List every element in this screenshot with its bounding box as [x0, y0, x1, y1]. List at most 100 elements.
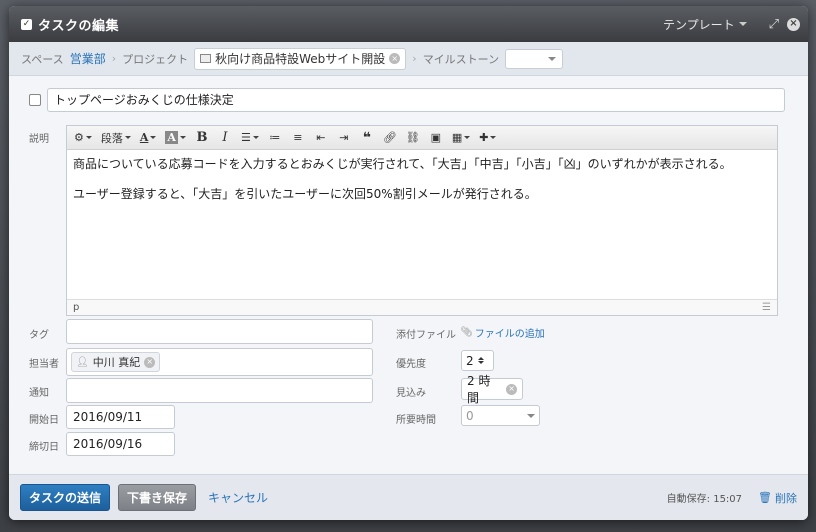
paragraph-format-button[interactable]: 段落	[98, 129, 134, 147]
actual-time-value: 0	[466, 408, 474, 423]
complete-checkbox[interactable]	[29, 94, 41, 106]
editor-toolbar: ⚙ 段落 A A B I ☰ ≔ ≡ ⇤ ⇥ ❝ 🔗︎ ⛓︎ ▣ ▦ ✚	[67, 126, 777, 150]
notify-input[interactable]	[66, 378, 373, 403]
align-left-icon: ☰	[240, 131, 251, 144]
attachment-label: 添付ファイル	[396, 330, 456, 341]
template-dropdown[interactable]: テンプレート	[663, 16, 747, 33]
paperclip-icon: 📎︎	[460, 327, 473, 338]
table-button[interactable]: ▦	[449, 129, 473, 147]
assignee-input[interactable]: 👤︎ 中川 真紀 ×	[66, 348, 373, 376]
description-label: 説明	[29, 134, 49, 145]
description-line: ユーザー登録すると、「大吉」を引いたユーザーに次回50%割引メールが発行される。	[73, 187, 537, 201]
unlink-icon: ⛓︎	[405, 131, 420, 144]
actual-time-select[interactable]: 0	[461, 405, 540, 426]
add-file-label: ファイルの追加	[474, 329, 545, 340]
chevron-down-icon	[85, 136, 92, 139]
outdent-icon: ⇤	[316, 131, 326, 144]
link-button[interactable]: 🔗︎	[380, 129, 400, 147]
editor-content[interactable]: 商品についている応募コードを入力するとおみくじが実行されて、「大吉」「中吉」「小…	[67, 150, 777, 300]
gear-icon: ⚙	[74, 131, 84, 144]
chevron-down-icon	[464, 136, 471, 139]
italic-icon: I	[222, 130, 228, 145]
save-draft-button[interactable]: 下書き保存	[118, 484, 197, 511]
chevron-down-icon	[490, 136, 497, 139]
bullet-list-icon: ≔	[269, 131, 281, 144]
indent-button[interactable]: ⇥	[334, 129, 354, 147]
subject-input[interactable]: トップページおみくじの仕様決定	[47, 88, 785, 112]
settings-button[interactable]: ⚙	[71, 129, 95, 147]
autosave-status: 自動保存: 15:07	[666, 494, 743, 505]
chevron-down-icon	[548, 56, 557, 61]
outdent-button[interactable]: ⇤	[311, 129, 331, 147]
milestone-select[interactable]	[505, 48, 564, 69]
clear-estimate-icon[interactable]: ×	[506, 383, 517, 395]
plugin-button[interactable]: ✚	[476, 129, 499, 147]
description-editor: ⚙ 段落 A A B I ☰ ≔ ≡ ⇤ ⇥ ❝ 🔗︎ ⛓︎ ▣ ▦ ✚ 商品に…	[66, 125, 778, 316]
task-edit-dialog: ✓ タスクの編集 テンプレート ⤢ × スペース 営業部 › プロジェクト 秋向…	[9, 6, 808, 520]
image-icon: ▣	[430, 131, 442, 144]
editor-statusbar: p ☰	[67, 299, 777, 315]
background-color-button[interactable]: A	[162, 129, 189, 147]
indent-icon: ⇥	[339, 131, 349, 144]
numbered-list-button[interactable]: ≡	[288, 129, 308, 147]
priority-select[interactable]: 2	[461, 350, 494, 371]
submit-task-button[interactable]: タスクの送信	[20, 484, 111, 511]
tag-input[interactable]	[66, 319, 373, 344]
start-date-label: 開始日	[29, 415, 59, 426]
due-date-input[interactable]: 2016/09/16	[66, 432, 175, 456]
cancel-link[interactable]: キャンセル	[208, 489, 268, 506]
start-date-input[interactable]: 2016/09/11	[66, 405, 175, 429]
italic-button[interactable]: I	[215, 129, 235, 147]
assignee-chip: 👤︎ 中川 真紀 ×	[71, 352, 161, 372]
highlight-icon: A	[165, 131, 178, 144]
image-button[interactable]: ▣	[426, 129, 446, 147]
bullet-list-button[interactable]: ≔	[265, 129, 285, 147]
quote-icon: ❝	[362, 129, 371, 146]
estimate-input[interactable]: 2 時間 ×	[461, 374, 523, 405]
close-icon[interactable]: ×	[787, 17, 800, 31]
priority-label: 優先度	[396, 359, 426, 370]
expand-icon[interactable]: ⤢	[769, 17, 779, 32]
text-color-button[interactable]: A	[137, 129, 160, 147]
bold-button[interactable]: B	[192, 129, 212, 147]
assignee-name: 中川 真紀	[92, 356, 141, 369]
dialog-title: タスクの編集	[38, 18, 120, 34]
paragraph-label: 段落	[100, 131, 123, 145]
assignee-label: 担当者	[29, 359, 59, 370]
chevron-down-icon	[527, 413, 535, 418]
chevron-down-icon	[150, 136, 157, 139]
task-checkbox-icon: ✓	[21, 18, 32, 30]
dialog-footer: タスクの送信 下書き保存 キャンセル 自動保存: 15:07 🗑︎ 削除	[9, 474, 808, 520]
chevron-right-icon: ›	[111, 52, 117, 65]
user-icon: 👤︎	[76, 356, 89, 368]
estimate-label: 見込み	[396, 388, 426, 399]
space-link[interactable]: 営業部	[70, 50, 106, 67]
chevron-down-icon	[124, 136, 131, 139]
actual-time-label: 所要時間	[396, 415, 436, 426]
trash-icon: 🗑︎	[758, 491, 772, 504]
breadcrumb: スペース 営業部 › プロジェクト 秋向け商品特設Webサイト開設 × › マイ…	[9, 42, 808, 76]
estimate-value: 2 時間	[467, 374, 491, 405]
updown-arrows-icon	[477, 357, 484, 364]
text-color-icon: A	[139, 131, 149, 144]
unlink-button[interactable]: ⛓︎	[403, 129, 423, 147]
table-icon: ▦	[451, 131, 463, 144]
dialog-titlebar: ✓ タスクの編集 テンプレート ⤢ ×	[9, 6, 808, 42]
space-label: スペース	[21, 52, 64, 66]
due-date-label: 締切日	[29, 442, 59, 453]
add-file-link[interactable]: 📎︎ ファイルの追加	[460, 325, 545, 340]
clear-project-icon[interactable]: ×	[389, 53, 401, 64]
project-label: プロジェクト	[122, 52, 189, 66]
numbered-list-icon: ≡	[293, 131, 303, 144]
tag-label: タグ	[29, 330, 49, 341]
project-selector[interactable]: 秋向け商品特設Webサイト開設 ×	[194, 47, 407, 70]
link-icon: 🔗︎	[382, 131, 397, 144]
chevron-down-icon	[179, 136, 186, 139]
remove-assignee-icon[interactable]: ×	[144, 356, 156, 368]
resize-handle-icon[interactable]: ☰	[762, 302, 771, 313]
delete-link[interactable]: 🗑︎ 削除	[758, 490, 797, 506]
bold-icon: B	[196, 130, 208, 145]
delete-label: 削除	[775, 491, 797, 505]
align-button[interactable]: ☰	[238, 129, 262, 147]
quote-button[interactable]: ❝	[357, 129, 377, 147]
